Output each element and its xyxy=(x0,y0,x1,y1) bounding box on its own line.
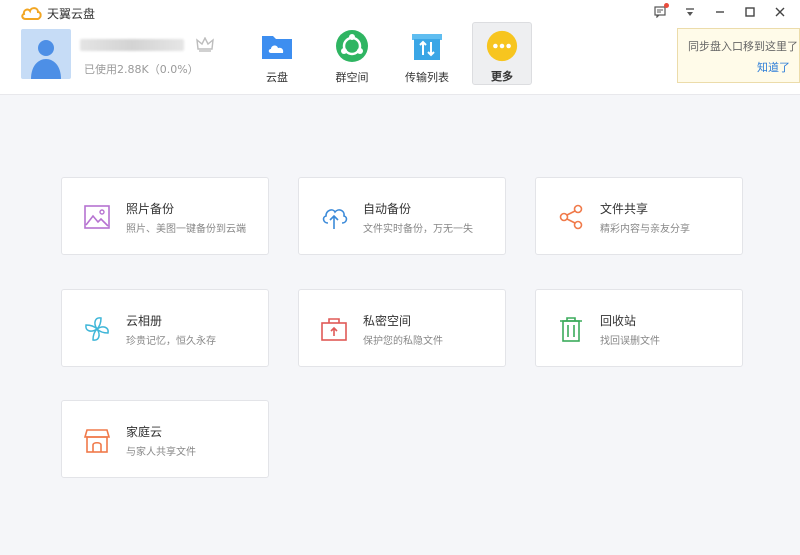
window-controls xyxy=(648,2,792,22)
card-desc: 与家人共享文件 xyxy=(126,447,196,458)
card-desc: 精彩内容与亲友分享 xyxy=(600,224,690,235)
app-title: 天翼云盘 xyxy=(47,6,96,21)
card-title: 回收站 xyxy=(600,314,637,328)
card-title: 照片备份 xyxy=(126,202,175,216)
card-title: 文件共享 xyxy=(600,202,649,216)
card-desc: 照片、美图一键备份到云端 xyxy=(126,224,246,235)
notification-dot xyxy=(664,3,669,8)
menu-down-icon xyxy=(686,8,694,16)
nav-label: 传输列表 xyxy=(405,71,449,84)
message-button[interactable] xyxy=(648,2,672,22)
main-nav: 云盘 群空间 传输列表 更多 xyxy=(247,22,547,85)
pinwheel-icon xyxy=(85,317,109,341)
maximize-button[interactable] xyxy=(738,2,762,22)
card-desc: 保护您的私隐文件 xyxy=(363,336,443,347)
card-private-space[interactable]: 私密空间 保护您的私隐文件 xyxy=(298,289,506,367)
maximize-icon xyxy=(745,7,755,17)
card-desc: 文件实时备份，万无一失 xyxy=(363,224,473,235)
tooltip-dismiss-link[interactable]: 知道了 xyxy=(757,59,790,75)
share-icon xyxy=(559,204,583,230)
nav-label: 更多 xyxy=(491,70,513,83)
card-title: 云相册 xyxy=(126,314,163,328)
trash-icon xyxy=(560,317,582,342)
nav-label: 群空间 xyxy=(335,71,369,84)
nav-item-transfer-list[interactable]: 传输列表 xyxy=(397,22,457,85)
minimize-button[interactable] xyxy=(708,2,732,22)
cloud-folder-icon xyxy=(262,36,292,59)
safe-box-icon xyxy=(321,318,347,341)
photo-icon xyxy=(84,205,110,229)
nav-item-group-space[interactable]: 群空间 xyxy=(322,22,382,85)
minimize-icon xyxy=(716,11,724,13)
close-button[interactable] xyxy=(768,2,792,22)
card-family-cloud[interactable]: 家庭云 与家人共享文件 xyxy=(61,400,269,478)
home-cloud-icon xyxy=(83,429,111,453)
group-space-icon xyxy=(336,30,368,62)
close-icon xyxy=(775,7,785,17)
avatar[interactable] xyxy=(21,29,71,79)
message-icon xyxy=(654,6,666,18)
card-desc: 找回误删文件 xyxy=(600,336,660,347)
card-cloud-album[interactable]: 云相册 珍贵记忆，恒久永存 xyxy=(61,289,269,367)
more-icon xyxy=(486,30,518,62)
nav-item-cloud-disk[interactable]: 云盘 xyxy=(247,22,307,85)
card-title: 家庭云 xyxy=(126,425,163,439)
crown-icon[interactable] xyxy=(196,37,214,52)
transfer-list-icon xyxy=(412,34,442,60)
cloud-upload-icon xyxy=(322,209,348,229)
card-desc: 珍贵记忆，恒久永存 xyxy=(126,336,216,347)
tooltip-text: 同步盘入口移到这里了 xyxy=(688,40,798,53)
sync-tooltip: 同步盘入口移到这里了 知道了 xyxy=(677,28,800,83)
card-title: 自动备份 xyxy=(363,202,412,216)
card-recycle-bin[interactable]: 回收站 找回误删文件 xyxy=(535,289,743,367)
card-title: 私密空间 xyxy=(363,314,412,328)
card-file-share[interactable]: 文件共享 精彩内容与亲友分享 xyxy=(535,177,743,255)
username-blurred xyxy=(80,39,184,51)
card-photo-backup[interactable]: 照片备份 照片、美图一键备份到云端 xyxy=(61,177,269,255)
dropdown-menu-button[interactable] xyxy=(678,2,702,22)
card-auto-backup[interactable]: 自动备份 文件实时备份，万无一失 xyxy=(298,177,506,255)
app-title-bar: 天翼云盘 xyxy=(20,4,95,22)
storage-usage: 已使用2.88K（0.0%） xyxy=(84,63,199,76)
nav-item-more[interactable]: 更多 xyxy=(472,22,532,85)
cloud-logo-icon xyxy=(21,7,42,20)
nav-label: 云盘 xyxy=(266,71,288,84)
